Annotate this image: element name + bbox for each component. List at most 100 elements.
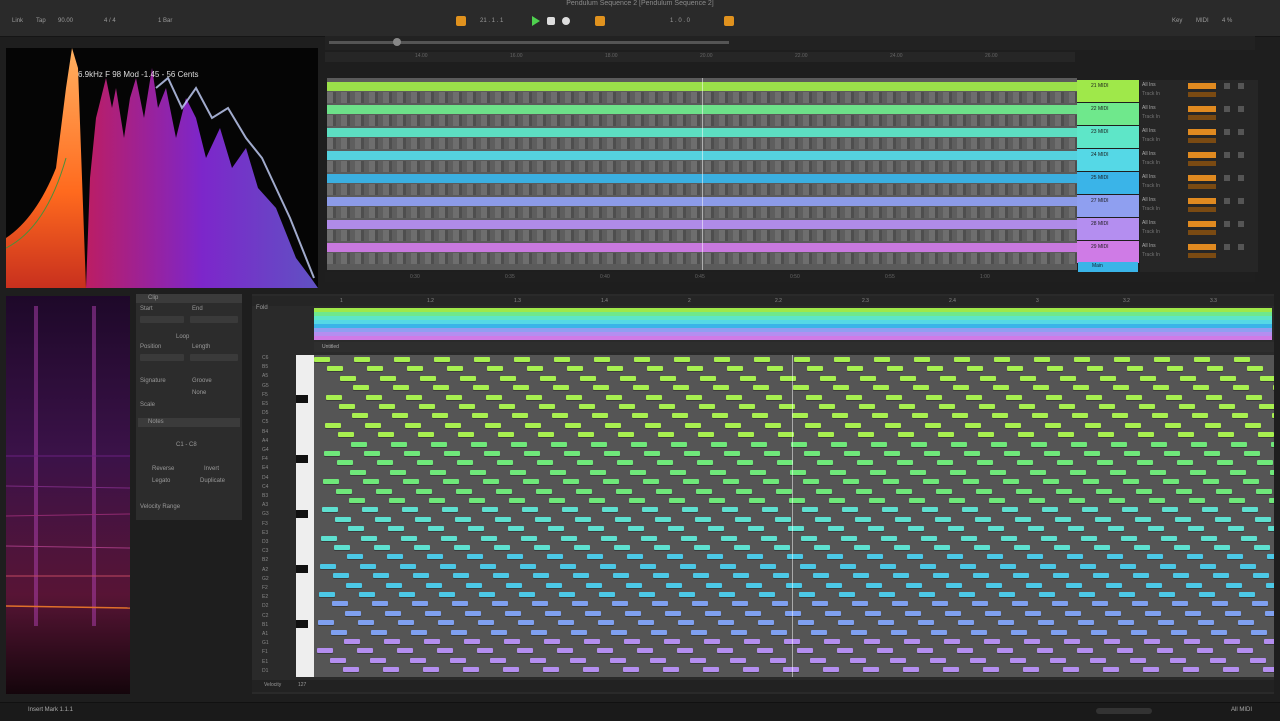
midi-note[interactable]: [1123, 479, 1139, 485]
midi-note[interactable]: [868, 526, 884, 532]
midi-note[interactable]: [1202, 507, 1218, 513]
midi-note[interactable]: [806, 394, 822, 400]
midi-note[interactable]: [837, 648, 853, 654]
midi-note[interactable]: [694, 545, 710, 550]
midi-note[interactable]: [1187, 554, 1203, 560]
piano-keyboard[interactable]: [296, 355, 314, 677]
midi-note[interactable]: [874, 357, 890, 362]
midi-note[interactable]: [358, 620, 374, 626]
time-signature-field[interactable]: 4 / 4: [104, 15, 116, 27]
midi-note[interactable]: [692, 601, 708, 607]
track-header[interactable]: 23 MIDI: [1077, 126, 1139, 148]
midi-note[interactable]: [531, 629, 547, 635]
midi-note[interactable]: [1099, 404, 1115, 409]
midi-note[interactable]: [1138, 432, 1154, 438]
midi-map-button[interactable]: MIDI: [1196, 15, 1209, 27]
midi-note[interactable]: [786, 582, 802, 588]
midi-note[interactable]: [800, 563, 816, 569]
midi-note[interactable]: [577, 460, 593, 466]
midi-note[interactable]: [1157, 648, 1173, 654]
midi-note[interactable]: [1043, 479, 1059, 485]
track-activator[interactable]: [1188, 106, 1216, 112]
midi-note[interactable]: [317, 648, 333, 654]
midi-note[interactable]: [628, 526, 644, 532]
midi-note[interactable]: [1105, 610, 1121, 616]
midi-note[interactable]: [712, 413, 728, 419]
midi-note[interactable]: [370, 657, 386, 663]
midi-note[interactable]: [337, 460, 353, 466]
midi-note[interactable]: [393, 385, 409, 391]
solo-icon[interactable]: [1224, 106, 1230, 112]
midi-note[interactable]: [644, 451, 660, 456]
midi-note[interactable]: [1154, 357, 1170, 362]
note-grid[interactable]: [314, 355, 1274, 677]
midi-note[interactable]: [807, 366, 823, 372]
midi-note[interactable]: [670, 469, 686, 475]
midi-note[interactable]: [504, 639, 520, 644]
track-header[interactable]: 25 MIDI: [1077, 172, 1139, 194]
midi-note[interactable]: [347, 554, 363, 560]
midi-note[interactable]: [458, 432, 474, 438]
midi-note[interactable]: [592, 413, 608, 419]
midi-note[interactable]: [1263, 667, 1274, 673]
midi-note[interactable]: [1039, 592, 1055, 597]
midi-note[interactable]: [487, 366, 503, 372]
midi-note[interactable]: [720, 563, 736, 569]
midi-note[interactable]: [794, 357, 810, 362]
midi-note[interactable]: [999, 592, 1015, 597]
midi-note[interactable]: [507, 554, 523, 560]
midi-note[interactable]: [1160, 563, 1176, 569]
midi-note[interactable]: [543, 667, 559, 673]
midi-note[interactable]: [423, 667, 439, 673]
midi-note[interactable]: [713, 385, 729, 391]
midi-note[interactable]: [566, 394, 582, 400]
midi-note[interactable]: [583, 667, 599, 673]
track-header[interactable]: 28 MIDI: [1077, 218, 1139, 240]
midi-note[interactable]: [1252, 601, 1268, 607]
midi-note[interactable]: [404, 451, 420, 456]
midi-note[interactable]: [992, 413, 1008, 419]
midi-note[interactable]: [1233, 385, 1249, 391]
midi-note[interactable]: [522, 507, 538, 513]
midi-note[interactable]: [1201, 535, 1217, 541]
midi-note[interactable]: [970, 657, 986, 663]
midi-note[interactable]: [696, 488, 712, 494]
midi-note[interactable]: [658, 432, 674, 438]
midi-note[interactable]: [616, 488, 632, 494]
midi-note[interactable]: [1079, 592, 1095, 597]
midi-note[interactable]: [686, 394, 702, 400]
midi-note[interactable]: [1238, 620, 1254, 626]
midi-note[interactable]: [558, 620, 574, 626]
midi-note[interactable]: [1136, 488, 1152, 494]
editor-ruler[interactable]: 11.21.31.422.22.32.433.23.33.4: [252, 296, 1274, 306]
midi-note[interactable]: [360, 563, 376, 569]
midi-note[interactable]: [1091, 629, 1107, 635]
midi-note[interactable]: [361, 535, 377, 541]
midi-note[interactable]: [634, 357, 650, 362]
midi-note[interactable]: [442, 507, 458, 513]
midi-note[interactable]: [526, 394, 542, 400]
midi-note[interactable]: [1002, 507, 1018, 513]
midi-note[interactable]: [1044, 451, 1060, 456]
midi-note[interactable]: [426, 582, 442, 588]
midi-note[interactable]: [1125, 422, 1141, 428]
midi-note[interactable]: [867, 554, 883, 560]
midi-note[interactable]: [443, 479, 459, 485]
midi-note[interactable]: [1161, 535, 1177, 541]
track-input[interactable]: All Ins: [1142, 220, 1156, 226]
midi-note[interactable]: [760, 563, 776, 569]
midi-note[interactable]: [643, 479, 659, 485]
midi-note[interactable]: [405, 422, 421, 428]
midi-note[interactable]: [1177, 460, 1193, 466]
midi-note[interactable]: [892, 601, 908, 607]
midi-note[interactable]: [1251, 629, 1267, 635]
midi-note[interactable]: [366, 394, 382, 400]
midi-note[interactable]: [433, 385, 449, 391]
midi-note[interactable]: [603, 479, 619, 485]
midi-note[interactable]: [466, 582, 482, 588]
midi-note[interactable]: [497, 460, 513, 466]
midi-note[interactable]: [572, 601, 588, 607]
midi-note[interactable]: [325, 422, 341, 428]
midi-note[interactable]: [691, 629, 707, 635]
midi-note[interactable]: [1267, 554, 1274, 560]
